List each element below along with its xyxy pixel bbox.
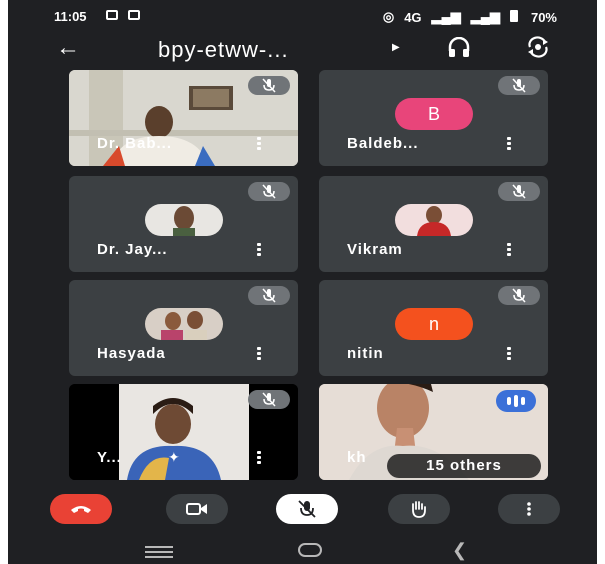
participant-tile[interactable]: Dr. Jay... bbox=[69, 176, 298, 272]
call-controls bbox=[8, 486, 597, 532]
avatar bbox=[145, 308, 223, 340]
participant-tile[interactable]: Vikram bbox=[319, 176, 548, 272]
raise-hand-icon bbox=[412, 501, 426, 518]
video-status-icon bbox=[106, 10, 118, 20]
more-vertical-icon[interactable] bbox=[257, 451, 261, 465]
mic-off-icon bbox=[512, 184, 526, 199]
status-right: ◎ 4G ▂▄▆ ▂▄▆ 70% bbox=[383, 9, 557, 25]
battery-level: 70% bbox=[530, 9, 557, 25]
avatar bbox=[395, 204, 473, 236]
headphones-icon[interactable] bbox=[448, 37, 470, 57]
participant-tile[interactable]: Dr. Bab... bbox=[69, 70, 298, 166]
more-options-button[interactable] bbox=[498, 494, 560, 524]
participant-name: Hasyada bbox=[97, 345, 166, 362]
mic-button[interactable] bbox=[276, 494, 338, 524]
top-bar: ← bpy-etww-... ▶ bbox=[8, 32, 597, 70]
back-arrow-icon[interactable]: ← bbox=[56, 36, 80, 60]
participant-name: Y... bbox=[97, 449, 122, 466]
more-vertical-icon[interactable] bbox=[507, 243, 511, 257]
raise-hand-button[interactable] bbox=[388, 494, 450, 524]
participant-tile[interactable]: ✦ Y... bbox=[69, 384, 298, 480]
participant-name: Dr. Bab... bbox=[97, 135, 173, 152]
mic-off-icon bbox=[262, 184, 276, 199]
hotspot-icon: ◎ bbox=[382, 9, 395, 24]
participant-name: Baldeb... bbox=[347, 135, 419, 152]
participant-name: kh bbox=[347, 449, 367, 466]
participant-tile[interactable]: kh 15 others bbox=[319, 384, 548, 480]
signal-icon: ▂▄▆ bbox=[431, 9, 461, 24]
avatar: B bbox=[395, 98, 473, 130]
end-call-icon bbox=[71, 506, 91, 513]
participant-tile[interactable]: B Baldeb... bbox=[319, 70, 548, 166]
status-bar: 11:05 ◎ 4G ▂▄▆ ▂▄▆ 70% bbox=[8, 0, 597, 32]
participant-tile[interactable]: Hasyada bbox=[69, 280, 298, 376]
title-caret-icon[interactable]: ▶ bbox=[392, 42, 400, 53]
network-label: 4G bbox=[404, 9, 422, 25]
more-vertical-icon bbox=[527, 502, 531, 516]
camera-button[interactable] bbox=[166, 494, 228, 524]
camera-icon bbox=[186, 503, 207, 515]
message-status-icon bbox=[128, 10, 140, 20]
muted-indicator bbox=[498, 182, 540, 201]
muted-indicator bbox=[248, 390, 290, 409]
mic-off-icon bbox=[512, 78, 526, 93]
mic-off-icon bbox=[262, 288, 276, 303]
muted-indicator bbox=[498, 286, 540, 305]
participant-name: Vikram bbox=[347, 241, 403, 258]
speaking-indicator bbox=[496, 390, 536, 412]
sparkle-icon[interactable]: ✦ bbox=[168, 449, 180, 466]
meet-screen: 11:05 ◎ 4G ▂▄▆ ▂▄▆ 70% ← bpy-etww-... ▶ bbox=[8, 0, 597, 564]
others-count-button[interactable]: 15 others bbox=[387, 454, 541, 478]
signal-icon-2: ▂▄▆ bbox=[470, 9, 500, 24]
mic-off-icon bbox=[262, 78, 276, 93]
recent-apps-icon[interactable] bbox=[145, 546, 173, 561]
more-vertical-icon[interactable] bbox=[257, 137, 261, 151]
participant-name: Dr. Jay... bbox=[97, 241, 168, 258]
participant-tile[interactable]: n nitin bbox=[319, 280, 548, 376]
muted-indicator bbox=[498, 76, 540, 95]
participant-name: nitin bbox=[347, 345, 384, 362]
avatar: n bbox=[395, 308, 473, 340]
mic-off-icon bbox=[512, 288, 526, 303]
system-nav-bar: ❮ bbox=[8, 536, 597, 564]
nav-back-icon[interactable]: ❮ bbox=[452, 540, 467, 561]
more-vertical-icon[interactable] bbox=[257, 347, 261, 361]
mic-off-icon bbox=[262, 392, 276, 407]
more-vertical-icon[interactable] bbox=[257, 243, 261, 257]
avatar bbox=[145, 204, 223, 236]
muted-indicator bbox=[248, 76, 290, 95]
muted-indicator bbox=[248, 182, 290, 201]
status-time: 11:05 bbox=[54, 9, 87, 24]
muted-indicator bbox=[248, 286, 290, 305]
home-icon[interactable] bbox=[298, 543, 322, 557]
mic-off-icon bbox=[298, 500, 316, 518]
switch-camera-icon[interactable] bbox=[526, 36, 550, 58]
more-vertical-icon[interactable] bbox=[507, 347, 511, 361]
end-call-button[interactable] bbox=[50, 494, 112, 524]
more-vertical-icon[interactable] bbox=[507, 137, 511, 151]
meeting-title[interactable]: bpy-etww-... bbox=[158, 37, 289, 63]
battery-icon bbox=[509, 9, 521, 25]
